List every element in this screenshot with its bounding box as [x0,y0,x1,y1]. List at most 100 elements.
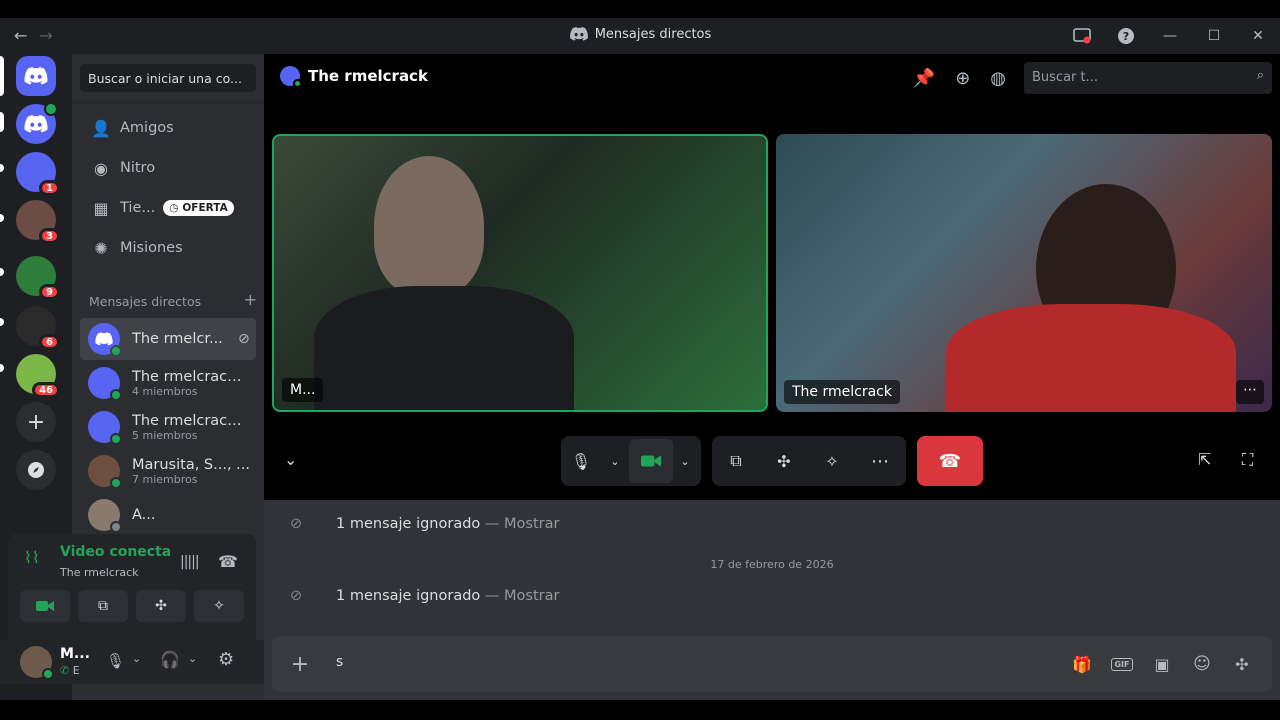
online-status-dot [110,345,122,357]
more-button[interactable]: ⋯ [856,436,904,486]
maximize-icon[interactable]: ☐ [1192,28,1236,44]
voice-soundboard-button[interactable]: ✧ [194,590,244,622]
sticker-icon[interactable]: ▣ [1150,652,1174,676]
show-ignored-link[interactable]: — Mostrar [485,588,560,604]
selected-pill [0,56,4,96]
nav-shop[interactable]: ▦ Tie... ◷ OFERTA [80,188,256,228]
server-icon[interactable]: 6 [16,306,60,350]
fullscreen-icon[interactable]: ⛶ [1242,450,1253,470]
show-ignored-link[interactable]: — Mostrar [485,516,560,532]
discover-button[interactable] [16,450,56,490]
help-icon[interactable]: ? [1104,27,1148,45]
ignored-eye-icon[interactable]: ⊘ [238,331,250,347]
nav-label: Misiones [120,240,183,256]
settings-gear-icon[interactable]: ⚙ [218,649,234,670]
avatar[interactable] [20,646,54,680]
pin-icon[interactable]: 📌 [913,68,935,89]
emoji-icon[interactable]: ☺ [1190,652,1214,676]
camera-options-button[interactable]: ⌄ [673,436,697,486]
attach-plus-icon[interactable]: + [288,652,312,677]
minimize-icon[interactable]: — [1148,28,1192,44]
server-icon[interactable]: 3 [16,200,60,244]
find-conversation-button[interactable]: Buscar o iniciar una co... [80,64,256,92]
chevron-down-icon: ⌄ [680,454,690,468]
search-input[interactable]: Buscar t... ⌕ [1024,62,1272,94]
direct-messages-home-button[interactable] [16,56,56,96]
eye-slash-icon: ⊘ [290,588,303,604]
voice-camera-button[interactable] [20,590,70,622]
online-status-dot [110,433,122,445]
discord-logo-icon [24,115,48,133]
user-name[interactable]: M... [60,646,90,662]
voice-status[interactable]: Video conectad [60,544,170,560]
gift-icon[interactable]: 🎁 [1070,652,1094,676]
video-tile[interactable]: The rmelcrack ⋯ [776,134,1272,412]
main-content: The rmelcrack 📌 ⊕ ◍ Buscar t... ⌕ M... T… [264,54,1280,700]
voice-channel-name[interactable]: The rmelcrack [60,566,139,579]
group-avatar [88,367,122,401]
dm-item[interactable]: A... [80,494,256,536]
dm-item[interactable]: The rmelcrack,... 5 miembros [80,406,256,448]
server-icon[interactable]: 46 [16,354,60,398]
voice-connection-panel: ⌇⌇ Video conectad The rmelcrack ||||| ☎ … [8,534,256,634]
channel-header: The rmelcrack [280,66,428,88]
gif-icon[interactable]: GIF [1110,652,1134,676]
voice-screenshare-button[interactable]: ⧉ [78,590,128,622]
server-icon[interactable]: 1 [16,152,60,196]
group-avatar [88,411,122,445]
create-dm-plus-icon[interactable]: + [244,292,257,309]
clock-icon: ◷ [169,202,179,214]
screen-share-button[interactable]: ⧉ [712,436,760,486]
microphone-icon[interactable]: 🎙 [106,652,125,670]
nav-label: Tie... [120,200,156,216]
headphones-icon[interactable]: 🎧 [160,650,180,669]
camera-button[interactable] [629,439,673,483]
server-voice-button[interactable] [16,102,58,144]
mention-badge: 9 [39,284,60,300]
disconnect-call-button[interactable]: ☎ [917,436,983,486]
nitro-icon: ◉ [94,158,108,178]
close-icon[interactable]: ✕ [1236,28,1280,44]
mic-options-button[interactable]: ⌄ [601,436,629,486]
offer-badge-text: OFERTA [182,202,228,214]
more-options-icon[interactable]: ⋯ [1236,380,1264,404]
apps-icon[interactable]: ✣ [1230,652,1254,676]
user-profile-icon[interactable]: ◍ [990,68,1006,89]
participant-video [374,156,484,296]
video-tile[interactable]: M... [272,134,768,412]
dm-item[interactable]: The rmelcr... ⊘ [80,318,256,360]
nav-quests[interactable]: ✺ Misiones [80,228,256,268]
add-friends-icon[interactable]: ⊕ [955,68,970,89]
group-avatar [88,455,122,489]
nav-friends[interactable]: 👤 Amigos [80,108,256,148]
chevron-down-icon[interactable]: ⌄ [284,450,297,469]
avatar [280,66,302,88]
nav-nitro[interactable]: ◉ Nitro [80,148,256,188]
window-title-text: Mensajes directos [594,27,712,42]
video-status-dot [44,102,58,116]
soundboard-button[interactable]: ✧ [808,436,856,486]
add-server-button[interactable]: + [16,402,56,442]
microphone-button[interactable]: 🎙 [561,436,601,486]
inbox-icon[interactable] [1060,28,1104,44]
chevron-down-icon[interactable]: ⌄ [188,652,197,665]
voice-activities-button[interactable]: ✣ [136,590,186,622]
dm-item[interactable]: The rmelcrack,... 4 miembros [80,362,256,404]
message-input[interactable]: s [336,654,343,670]
activities-button[interactable]: ✣ [760,436,808,486]
dm-item[interactable]: Marusita, S..., ... 7 miembros [80,450,256,492]
window-controls: ? — ☐ ✕ [1060,18,1280,54]
server-icon[interactable]: 9 [16,256,60,300]
discord-logo-icon [24,67,48,85]
unread-pill [0,214,4,222]
search-icon: ⌕ [1256,68,1264,83]
ignored-message-text: 1 mensaje ignorado [336,516,481,532]
message-composer: + s 🎁 GIF ▣ ☺ ✣ [272,636,1272,692]
chevron-down-icon[interactable]: ⌄ [132,652,141,665]
noise-suppression-icon[interactable]: ||||| [180,554,200,570]
unread-pill [0,112,4,132]
nav-label: Nitro [120,160,156,176]
hang-up-icon: ☎ [938,450,962,472]
popout-icon[interactable]: ⇱ [1198,450,1211,469]
disconnect-icon[interactable]: ☎ [218,552,238,571]
